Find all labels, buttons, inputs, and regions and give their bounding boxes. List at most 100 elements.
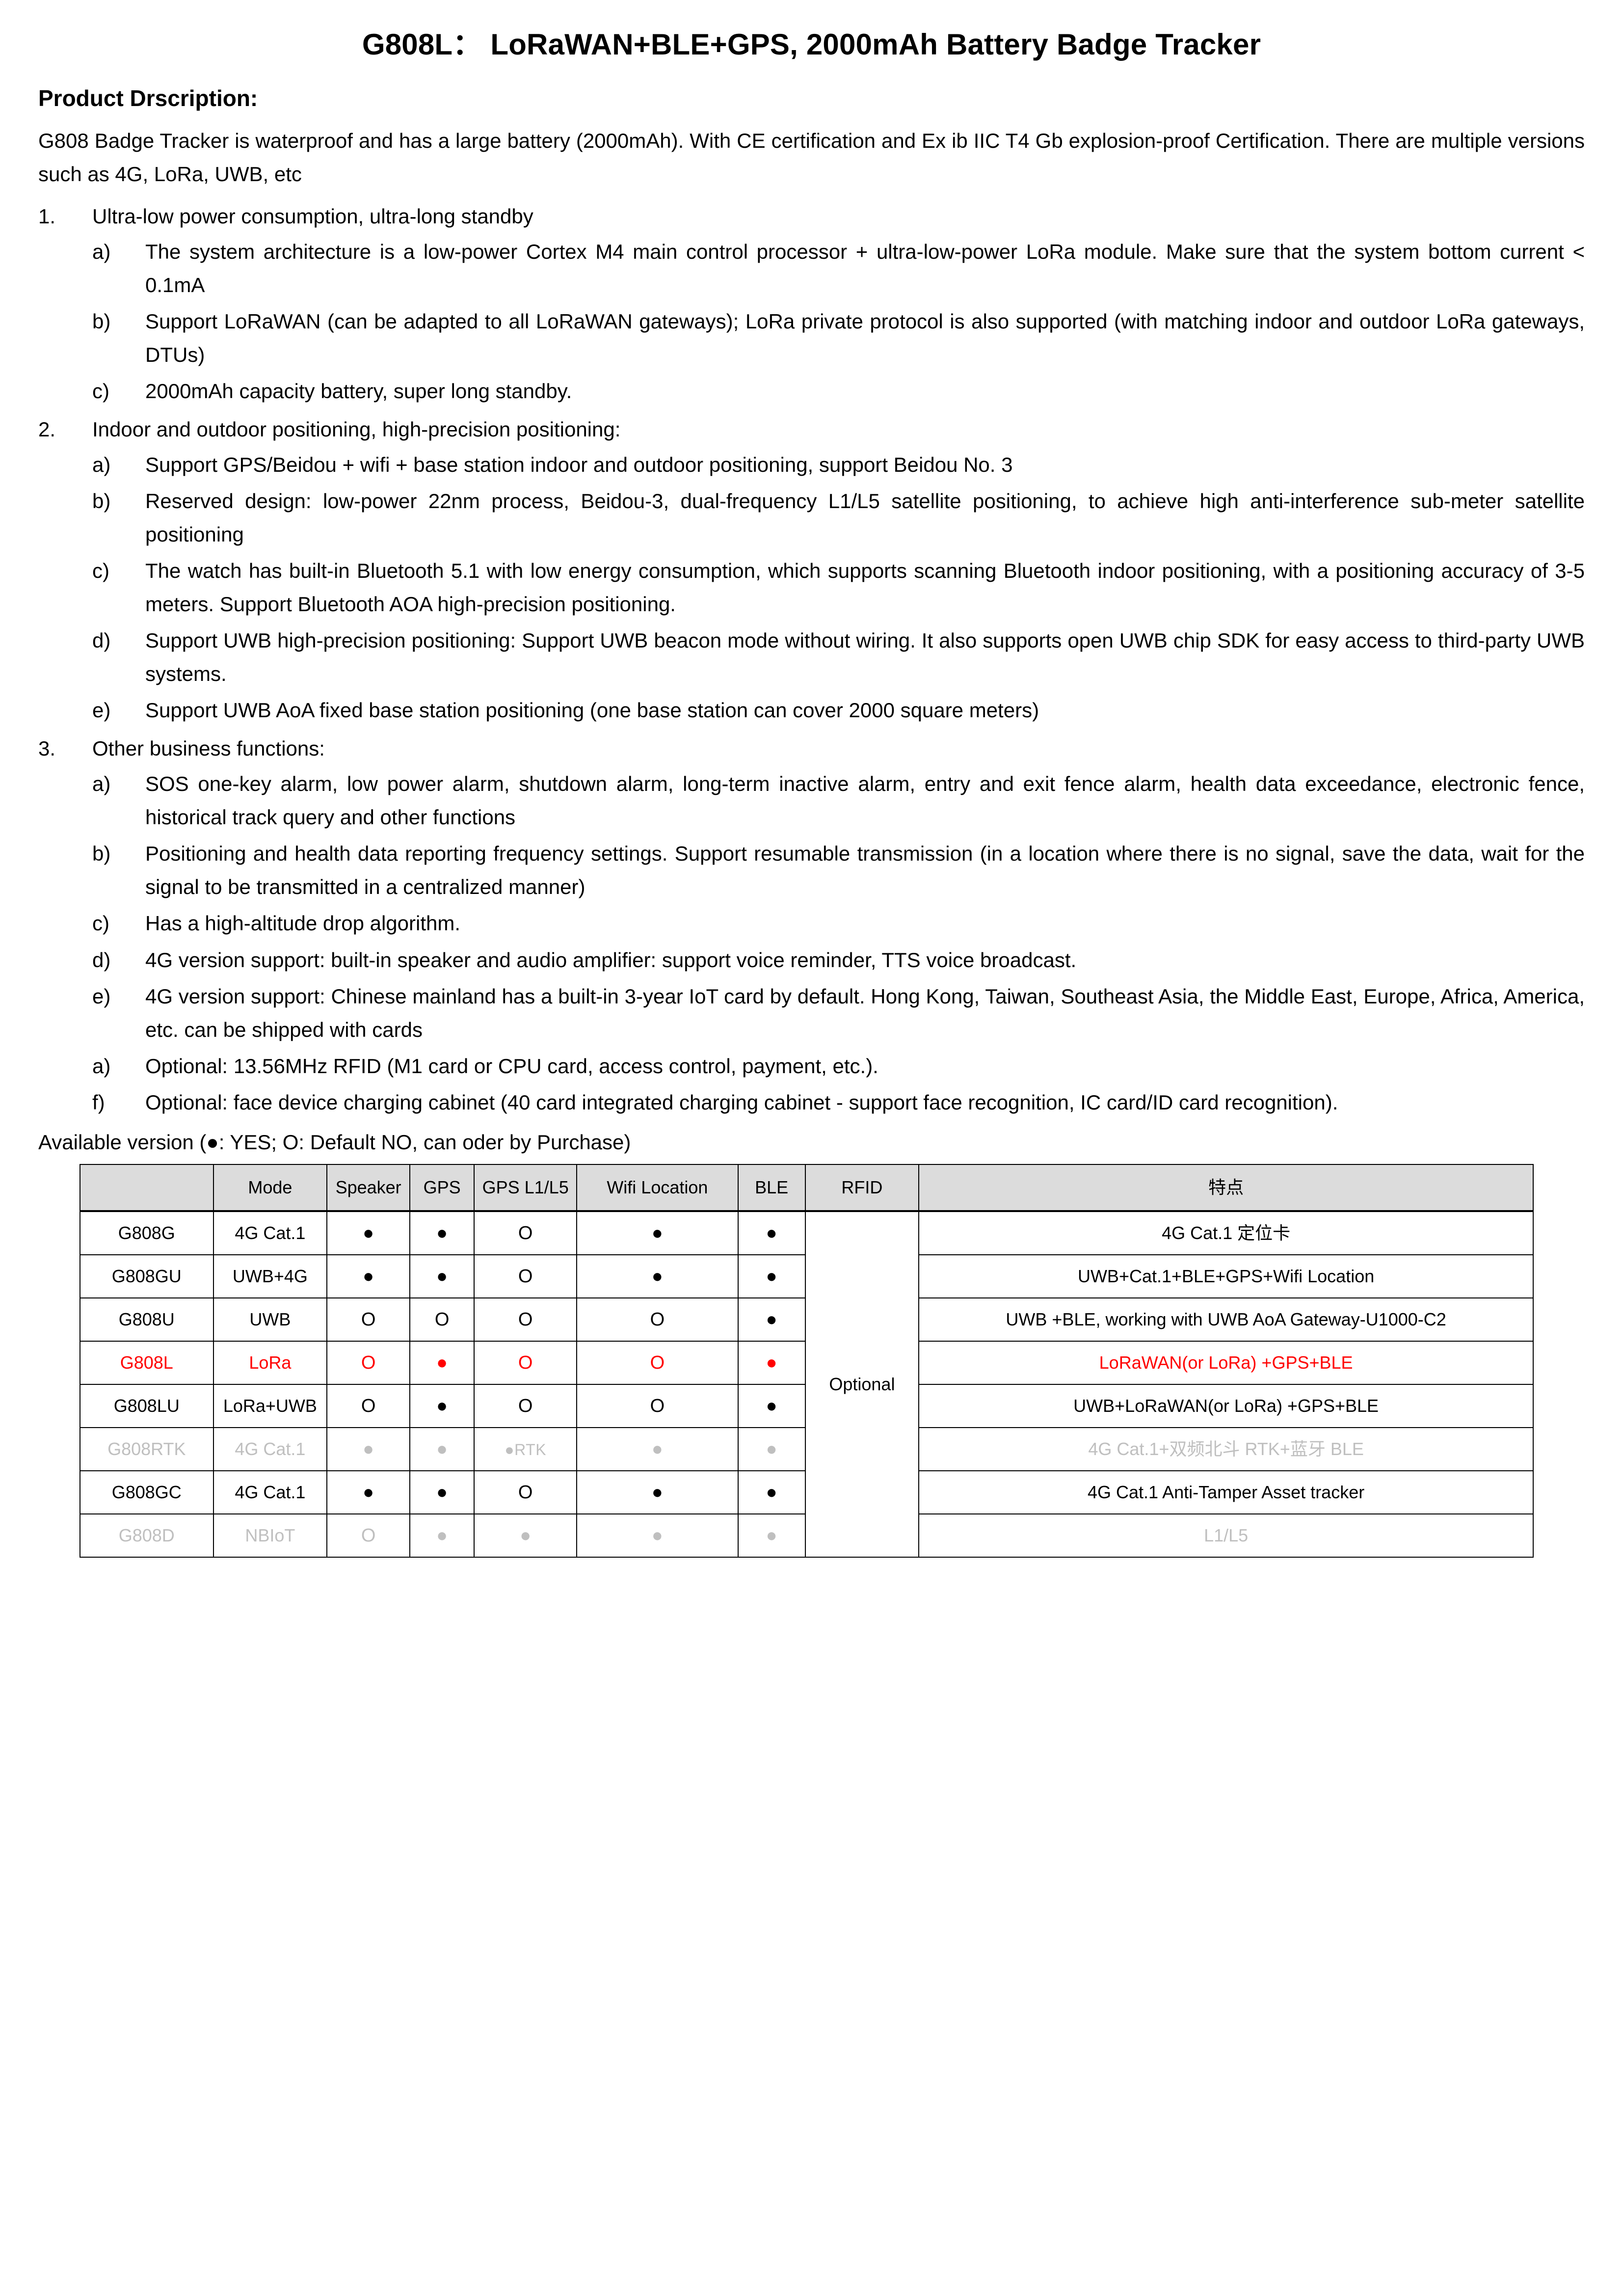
spec-cell-model: G808LU [80,1383,214,1428]
support-marker: ● [651,1525,663,1546]
sublist-item-text: 2000mAh capacity battery, super long sta… [145,379,572,403]
spec-cell-model: G808G [80,1210,214,1255]
spec-cell-feature: LoRaWAN(or LoRa) +GPS+BLE [918,1340,1534,1385]
spec-cell-gps: ● [409,1427,475,1471]
list-item-text: Other business functions: [92,737,325,760]
sublist-marker: e) [92,699,111,722]
sublist-marker: a) [92,453,111,477]
sublist-item-text: 4G version support: built-in speaker and… [145,948,1077,972]
feature-sublist-item: e) 4G version support: Chinese mainland h… [92,980,1585,1047]
feature-list-item: 2. Indoor and outdoor positioning, high-p… [38,413,1585,727]
sublist-marker: c) [92,559,109,583]
spec-cell-mode: UWB [213,1297,328,1342]
spec-cell-model: G808RTK [80,1427,214,1471]
page-title: G808L： LoRaWAN+BLE+GPS, 2000mAh Battery … [362,28,1261,61]
spec-cell-gps-l1l5: ●RTK [474,1427,578,1471]
support-marker: ● [651,1439,663,1460]
support-marker: ● [436,1266,448,1287]
spec-cell-feature: 4G Cat.1+双频北斗 RTK+蓝牙 BLE [918,1427,1534,1471]
sublist-item-text: Has a high-altitude drop algorithm. [145,912,461,935]
spec-cell-model: G808U [80,1297,214,1342]
spec-cell-rfid-optional: Optional [804,1210,920,1558]
spec-table-header-cell [80,1163,214,1212]
spec-cell-speaker: ● [326,1427,411,1471]
document-page: G808L： LoRaWAN+BLE+GPS, 2000mAh Battery … [0,0,1623,2296]
support-marker: ● [766,1439,777,1460]
support-marker: ● [651,1266,663,1287]
spec-cell-wifi: ● [576,1513,739,1558]
spec-cell-wifi: ● [576,1470,739,1514]
spec-cell-mode: 4G Cat.1 [213,1427,328,1471]
support-marker: ● [436,1223,448,1244]
spec-cell-gps: ● [409,1210,475,1255]
spec-cell-gps: ● [409,1383,475,1428]
spec-table-row: G808G 4G Cat.1 ● ● O ● ● Optional 4G Cat.1 定位卡 [80,1210,1534,1558]
support-marker: O [361,1396,376,1417]
list-marker: 2. [38,418,56,441]
spec-cell-feature: UWB +BLE, working with UWB AoA Gateway-U… [918,1297,1534,1342]
feature-sublist-item: b) Reserved design: low-power 22nm proces… [92,485,1585,551]
spec-cell-feature: 4G Cat.1 Anti-Tamper Asset tracker [918,1470,1534,1514]
spec-cell-speaker: O [326,1513,411,1558]
available-version-note: Available version (●: YES; O: Default NO… [38,1130,631,1154]
spec-table-header-cell: 特点 [918,1163,1534,1212]
spec-cell-feature: UWB+LoRaWAN(or LoRa) +GPS+BLE [918,1383,1534,1428]
spec-cell-ble: ● [737,1254,806,1298]
sublist-marker: b) [92,489,111,513]
spec-table-header-cell: RFID [804,1163,920,1212]
spec-cell-gps: ● [409,1340,475,1385]
feature-list-item: 1. Ultra-low power consumption, ultra-lon… [38,200,1585,408]
spec-cell-gps-l1l5: O [474,1340,578,1385]
sublist-marker: d) [92,948,111,972]
list-item-text: Ultra-low power consumption, ultra-long … [92,204,533,228]
spec-cell-gps-l1l5: O [474,1470,578,1514]
spec-cell-mode: 4G Cat.1 [213,1210,328,1255]
feature-sublist-item: c) The watch has built-in Bluetooth 5.1 w… [92,554,1585,621]
feature-sublist-item: d) Support UWB high-precision positioning… [92,624,1585,691]
support-marker: ● [651,1482,663,1503]
spec-cell-feature: 4G Cat.1 定位卡 [918,1210,1534,1255]
feature-sublist-item: a) Support GPS/Beidou + wifi + base stati… [92,448,1585,482]
support-marker: ● [766,1352,777,1374]
feature-list-item: 3. Other business functions: a) SOS one-key… [38,732,1585,1119]
support-marker: ● [766,1309,777,1330]
spec-cell-gps-l1l5: O [474,1210,578,1255]
spec-cell-mode: LoRa [213,1340,328,1385]
spec-table-header-row: Mode Speaker GPS GPS L1/L5 Wifi Location BLE R… [80,1163,1534,1212]
spec-cell-gps: O [409,1297,475,1342]
support-marker: O [518,1396,533,1417]
sublist-item-text: The watch has built-in Bluetooth 5.1 wit… [145,559,1585,616]
sublist-marker: c) [92,379,109,403]
spec-cell-wifi: O [576,1297,739,1342]
list-marker: 3. [38,737,56,760]
feature-sublist: a) Support GPS/Beidou + wifi + base stati… [92,448,1585,727]
spec-cell-speaker: O [326,1340,411,1385]
spec-cell-gps-l1l5: O [474,1383,578,1428]
sublist-item-text: Reserved design: low-power 22nm process,… [145,489,1585,546]
sublist-marker: c) [92,912,109,935]
support-marker: O [518,1309,533,1330]
feature-sublist-item: c) Has a high-altitude drop algorithm. [92,907,1585,940]
support-marker: ● [436,1396,448,1417]
support-marker: ● [766,1482,777,1503]
feature-sublist-item: a) The system architecture is a low-power… [92,235,1585,302]
support-marker: O [518,1352,533,1374]
spec-cell-model: G808D [80,1513,214,1558]
sublist-item-text: Positioning and health data reporting fr… [145,842,1585,899]
support-marker: O [518,1482,533,1503]
sublist-marker: b) [92,309,111,333]
support-marker: ● [520,1525,532,1546]
spec-cell-wifi: ● [576,1427,739,1471]
spec-cell-speaker: O [326,1297,411,1342]
spec-cell-gps: ● [409,1513,475,1558]
support-marker: ● [766,1396,777,1417]
support-marker: O [361,1309,376,1330]
support-marker: O [650,1309,665,1330]
support-marker: O [361,1352,376,1374]
support-marker: ●RTK [505,1441,547,1459]
sublist-item-text: SOS one-key alarm, low power alarm, shut… [145,772,1585,829]
list-marker: 1. [38,204,56,228]
spec-table-header-cell: GPS L1/L5 [474,1163,578,1212]
feature-sublist-item: a) SOS one-key alarm, low power alarm, sh… [92,767,1585,834]
sublist-item-text: Optional: face device charging cabinet (… [145,1090,1338,1114]
